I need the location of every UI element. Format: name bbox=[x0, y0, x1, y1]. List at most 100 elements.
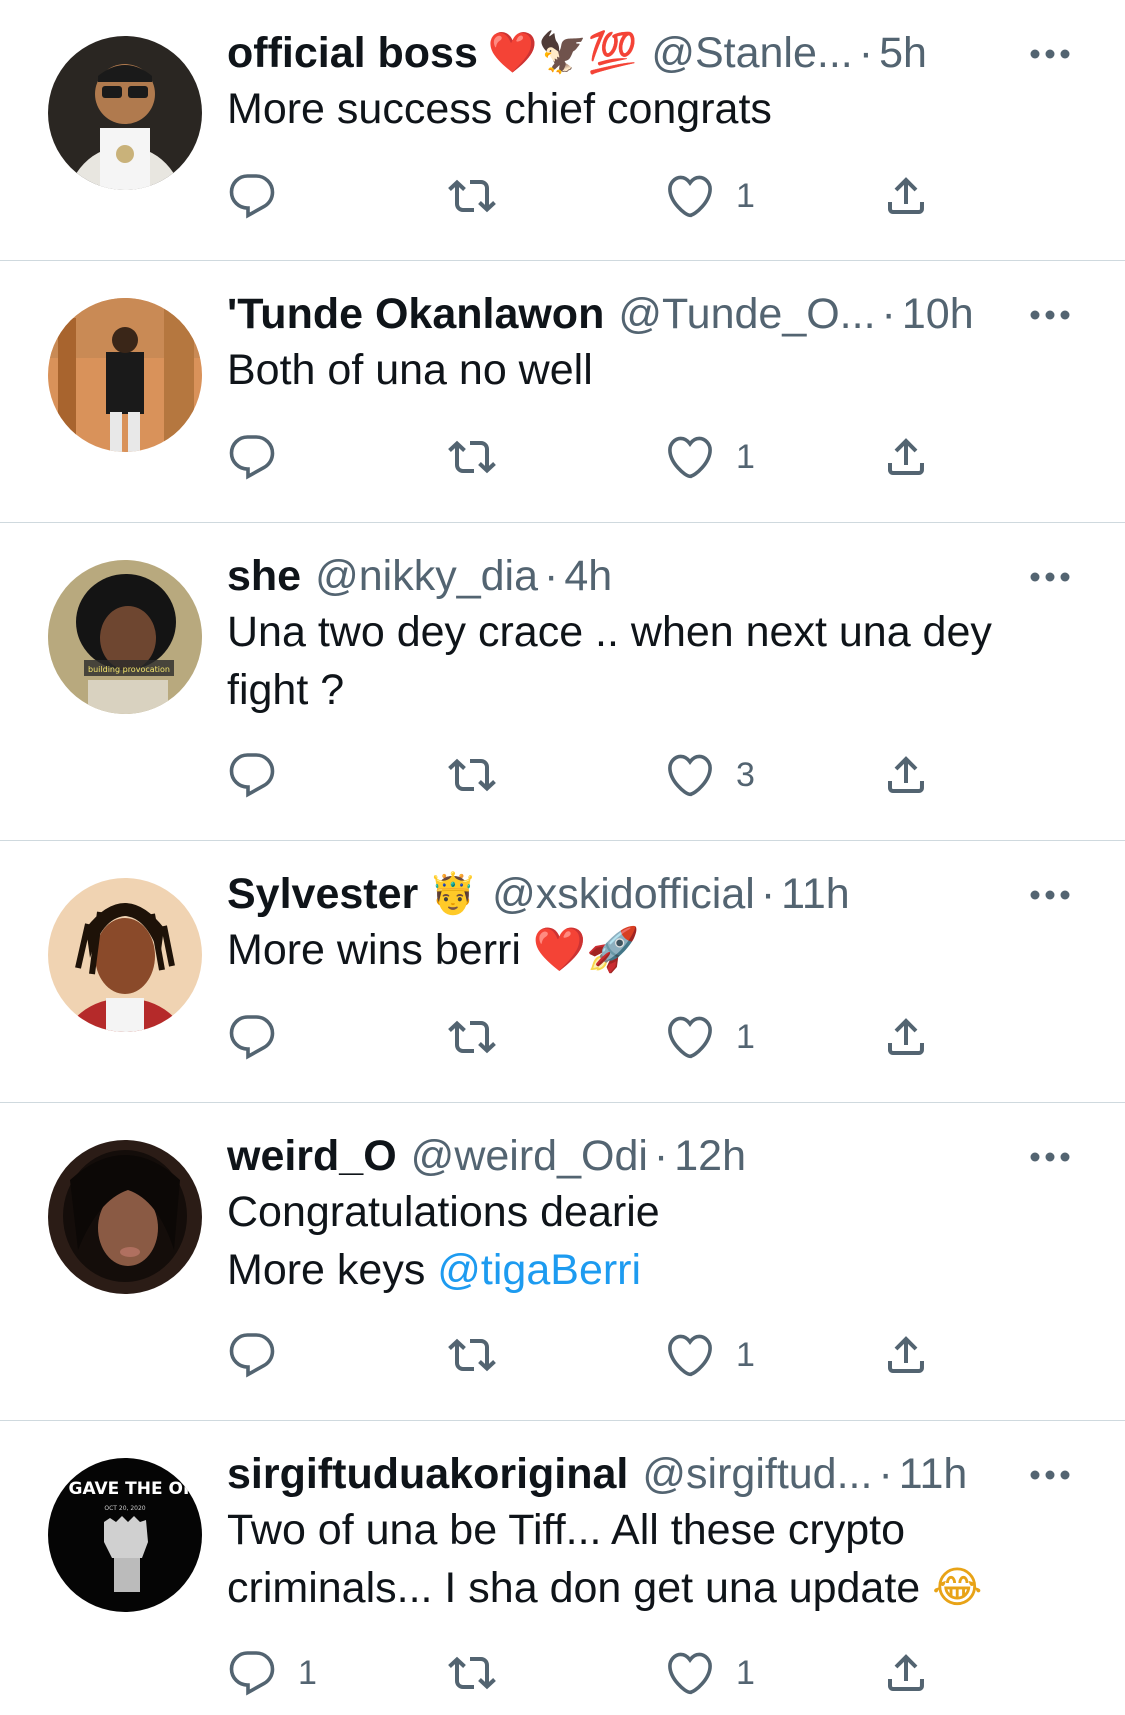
display-name[interactable]: she bbox=[227, 548, 301, 604]
like-count: 3 bbox=[736, 755, 755, 794]
mention-link[interactable]: @tigaBerri bbox=[437, 1246, 641, 1294]
reply-button[interactable] bbox=[228, 1325, 276, 1385]
more-icon[interactable] bbox=[1028, 555, 1072, 599]
more-icon[interactable] bbox=[1028, 293, 1072, 337]
like-icon bbox=[668, 754, 712, 797]
tweet-text-line: Both of una no well bbox=[227, 346, 593, 394]
reply-button[interactable] bbox=[228, 745, 276, 805]
reply-tweet[interactable]: building provocation she @nikky_dia · 4h… bbox=[0, 523, 1125, 841]
tweet-text-words: More keys bbox=[227, 1246, 438, 1294]
like-button[interactable]: 1 bbox=[666, 1007, 755, 1067]
display-name[interactable]: Sylvester bbox=[227, 866, 418, 922]
inline-emoji: 😂 bbox=[932, 1563, 983, 1613]
display-name[interactable]: 'Tunde Okanlawon bbox=[227, 286, 604, 342]
name-emoji-badges: ❤️🦅💯 bbox=[487, 30, 638, 76]
like-icon bbox=[668, 1334, 712, 1377]
share-button[interactable] bbox=[882, 166, 930, 226]
like-icon bbox=[668, 175, 712, 218]
like-button[interactable]: 1 bbox=[666, 1643, 755, 1703]
timestamp[interactable]: 4h bbox=[564, 548, 612, 604]
reply-button[interactable]: 1 bbox=[228, 1643, 317, 1703]
avatar-caption: building provocation bbox=[88, 665, 170, 674]
user-handle[interactable]: @sirgiftud... bbox=[642, 1446, 872, 1502]
avatar[interactable]: WHO GAVE THE ORDER OCT 20, 2020 bbox=[48, 1458, 202, 1612]
more-icon[interactable] bbox=[1028, 32, 1072, 76]
share-button[interactable] bbox=[882, 1325, 930, 1385]
retweet-icon bbox=[448, 179, 496, 213]
like-button[interactable]: 1 bbox=[666, 427, 755, 487]
retweet-button[interactable] bbox=[447, 745, 497, 805]
like-icon bbox=[668, 436, 712, 479]
timestamp[interactable]: 11h bbox=[781, 866, 850, 922]
avatar[interactable] bbox=[48, 1140, 202, 1294]
reply-tweet[interactable]: 'Tunde Okanlawon @Tunde_O... · 10h Both … bbox=[0, 261, 1125, 523]
name-emoji-badge: 🤴 bbox=[428, 871, 479, 917]
share-button[interactable] bbox=[882, 1007, 930, 1067]
tweet-text-line: fight ? bbox=[227, 666, 345, 714]
user-handle[interactable]: @Tunde_O... bbox=[618, 286, 875, 342]
reply-tweet[interactable]: weird_O @weird_Odi · 12h Congratulations… bbox=[0, 1103, 1125, 1421]
reply-icon bbox=[229, 174, 275, 219]
like-count: 1 bbox=[736, 1017, 755, 1056]
user-handle[interactable]: @nikky_dia bbox=[315, 548, 538, 604]
reply-icon bbox=[229, 753, 275, 798]
retweet-button[interactable] bbox=[447, 427, 497, 487]
timestamp[interactable]: 11h bbox=[899, 1446, 968, 1502]
tweet-text-line: criminals... I sha don get una update 😂 bbox=[227, 1559, 1077, 1617]
like-count: 1 bbox=[736, 1335, 755, 1374]
separator-dot: · bbox=[881, 290, 896, 338]
more-icon[interactable] bbox=[1028, 1453, 1072, 1497]
like-icon bbox=[668, 1016, 712, 1059]
user-handle[interactable]: @Stanle... bbox=[651, 25, 852, 81]
user-handle[interactable]: @weird_Odi bbox=[411, 1128, 648, 1184]
tweet-text: Una two dey crace .. when next una dey f… bbox=[227, 603, 1077, 719]
retweet-icon bbox=[448, 1338, 496, 1372]
retweet-button[interactable] bbox=[447, 166, 497, 226]
reply-button[interactable] bbox=[228, 427, 276, 487]
reply-tweet[interactable]: Sylvester 🤴 @xskidofficial · 11h More wi… bbox=[0, 841, 1125, 1103]
user-handle[interactable]: @xskidofficial bbox=[492, 866, 755, 922]
separator-dot: · bbox=[878, 1450, 893, 1498]
display-name[interactable]: weird_O bbox=[227, 1128, 397, 1184]
tweet-text-line: Two of una be Tiff... All these crypto bbox=[227, 1506, 906, 1554]
tweet-text-line: More wins berri ❤️🚀 bbox=[227, 921, 1077, 979]
retweet-button[interactable] bbox=[447, 1007, 497, 1067]
tweet-text-line: Congratulations dearie bbox=[227, 1188, 660, 1236]
retweet-button[interactable] bbox=[447, 1643, 497, 1703]
share-icon bbox=[888, 438, 924, 475]
separator-dot: · bbox=[760, 870, 776, 918]
more-icon[interactable] bbox=[1028, 1135, 1072, 1179]
retweet-button[interactable] bbox=[447, 1325, 497, 1385]
like-button[interactable]: 1 bbox=[666, 1325, 755, 1385]
separator-dot: · bbox=[653, 1132, 669, 1180]
timestamp[interactable]: 5h bbox=[879, 25, 927, 81]
like-count: 1 bbox=[736, 437, 755, 476]
share-button[interactable] bbox=[882, 427, 930, 487]
share-icon bbox=[888, 177, 924, 214]
like-button[interactable]: 1 bbox=[666, 166, 755, 226]
reply-tweet[interactable]: WHO GAVE THE ORDER OCT 20, 2020 sirgiftu… bbox=[0, 1421, 1125, 1715]
timestamp[interactable]: 10h bbox=[902, 286, 974, 342]
tweet-text: More success chief congrats bbox=[227, 80, 1077, 138]
timestamp[interactable]: 12h bbox=[674, 1128, 746, 1184]
avatar-title-text: WHO GAVE THE ORDER bbox=[48, 1479, 202, 1499]
reply-button[interactable] bbox=[228, 166, 276, 226]
tweet-text-line: More success chief congrats bbox=[227, 85, 772, 133]
tweet-text: Both of una no well bbox=[227, 341, 1077, 399]
action-bar: 3 bbox=[0, 745, 1125, 805]
display-name[interactable]: sirgiftuduakoriginal bbox=[227, 1446, 628, 1502]
avatar-image: WHO GAVE THE ORDER OCT 20, 2020 bbox=[48, 1458, 202, 1612]
avatar[interactable]: building provocation bbox=[48, 560, 202, 714]
reply-icon bbox=[229, 435, 275, 480]
more-icon[interactable] bbox=[1028, 873, 1072, 917]
like-button[interactable]: 3 bbox=[666, 745, 755, 805]
inline-emoji: ❤️🚀 bbox=[532, 925, 640, 975]
avatar-image bbox=[48, 1140, 202, 1294]
share-button[interactable] bbox=[882, 1643, 930, 1703]
reply-tweet[interactable]: official boss ❤️🦅💯 @Stanle... · 5h More … bbox=[0, 0, 1125, 261]
display-name[interactable]: official boss bbox=[227, 25, 478, 81]
avatar-date-text: OCT 20, 2020 bbox=[104, 1505, 145, 1512]
reply-button[interactable] bbox=[228, 1007, 276, 1067]
reply-count: 1 bbox=[298, 1653, 317, 1692]
share-button[interactable] bbox=[882, 745, 930, 805]
